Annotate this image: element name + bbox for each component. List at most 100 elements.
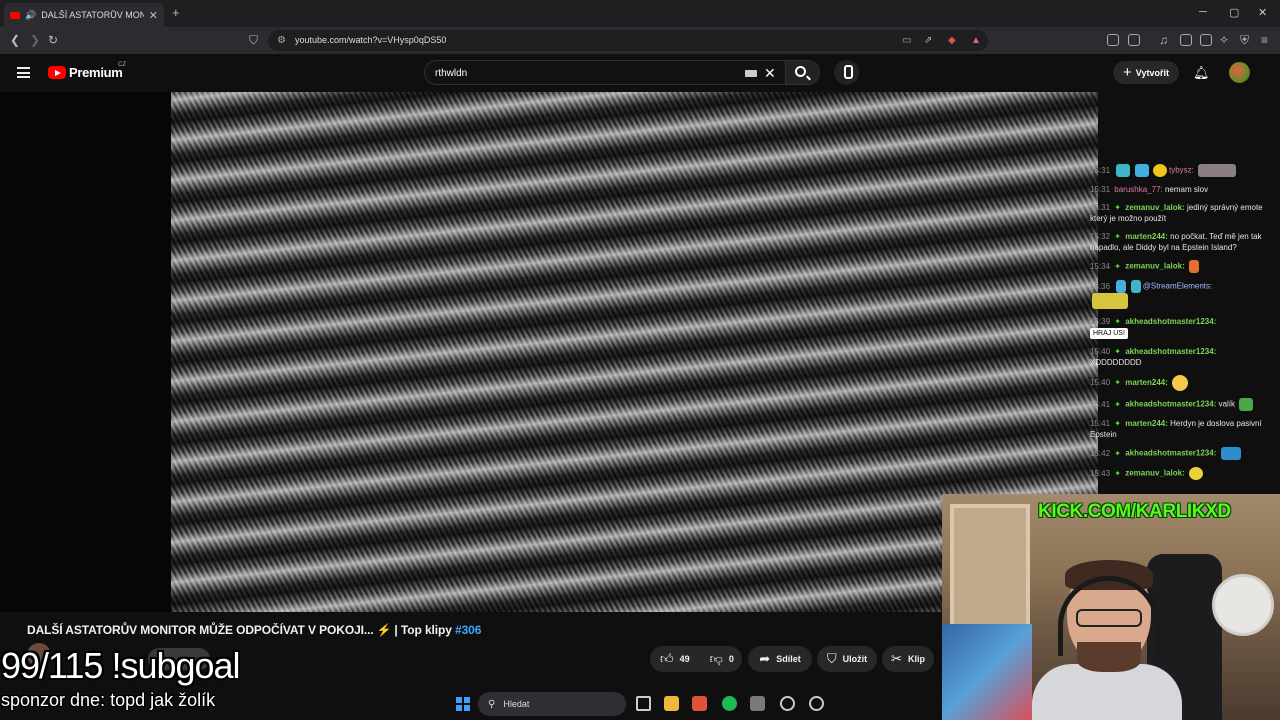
share-button[interactable]: ➦ Sdílet <box>748 646 812 672</box>
app-c-icon[interactable] <box>780 696 795 711</box>
forward-icon[interactable]: ❯ <box>30 33 40 47</box>
close-tab-icon[interactable]: ✕ <box>149 9 158 22</box>
star-badge-icon: ✦ <box>1114 378 1121 388</box>
maximize-icon[interactable]: ▢ <box>1229 6 1239 19</box>
chat-message: 15:40 ✦ marten244: <box>1090 375 1270 391</box>
back-icon[interactable]: ❮ <box>10 33 20 47</box>
chat-message: 15:39 ✦ akheadshotmaster1234: HRAJ ÚS! <box>1090 316 1270 339</box>
speaker-icon[interactable]: 🔊 <box>25 10 36 21</box>
vpn-icon[interactable]: ⛨ <box>1240 33 1249 48</box>
file-explorer-icon[interactable] <box>664 696 679 711</box>
chat-user[interactable]: barushka_77: <box>1114 185 1162 194</box>
obs-icon[interactable] <box>809 696 824 711</box>
chat-user[interactable]: akheadshotmaster1234: <box>1125 400 1216 409</box>
chat-time: 15:31 <box>1090 165 1111 175</box>
browser-tab[interactable]: 🔊 DALŠÍ ASTATORŮV MONITOR ✕ <box>4 3 164 27</box>
brave-shield-icon[interactable]: ◆ <box>948 35 956 46</box>
chat-message: 15:34 ✦ zemanuv_lalok: <box>1090 260 1270 273</box>
region-code: CZ <box>118 62 126 68</box>
menu-icon[interactable]: ≡ <box>1261 33 1268 47</box>
extensions-icon[interactable] <box>1107 34 1119 46</box>
cast-icon[interactable]: ▭ <box>902 35 911 46</box>
keyboard-icon[interactable] <box>745 70 757 77</box>
chat-message: 15:31 barushka_77: nemam slov <box>1090 184 1270 195</box>
subgoal-overlay: 99/115 !subgoal <box>1 645 241 686</box>
chat-user[interactable]: marten244: <box>1125 378 1168 387</box>
video-title: DALŠÍ ASTATORŮV MONITOR MŮŽE ODPOČÍVAT V… <box>27 623 481 637</box>
webcam-fan <box>1212 574 1274 636</box>
rewards-icon[interactable]: ▲ <box>971 35 981 46</box>
task-view-icon[interactable] <box>636 696 651 711</box>
minimize-icon[interactable]: ─ <box>1199 6 1207 18</box>
bookmark-icon[interactable]: ⛉ <box>249 33 258 48</box>
chat-time: 15:32 <box>1090 232 1111 241</box>
chat-user[interactable]: marten244: <box>1125 232 1168 241</box>
app-icon[interactable] <box>750 696 765 711</box>
thumbs-up-icon: 👍︎ <box>660 651 674 666</box>
search-input[interactable]: rthwldn ✕ <box>424 60 786 85</box>
wallet-icon[interactable] <box>1200 34 1212 46</box>
chat-message: 15:32 ✦ marten244: no počkat. Teď mě jen… <box>1090 231 1270 253</box>
video-title-text: DALŠÍ ASTATORŮV MONITOR MŮŽE ODPOČÍVAT V… <box>27 623 374 637</box>
windows-start-icon[interactable] <box>456 697 470 711</box>
webcam-bed <box>942 624 1032 720</box>
address-bar[interactable]: ⚙ youtube.com/watch?v=VHysp0qDS50 ▭ ⇗ ◆ … <box>268 30 988 51</box>
close-window-icon[interactable]: ✕ <box>1258 6 1267 19</box>
chat-text: valík <box>1218 399 1236 409</box>
dislike-button[interactable]: 👎︎ 0 <box>700 646 744 672</box>
clip-button[interactable]: ✂ Klip <box>882 646 934 672</box>
youtube-logo-icon[interactable] <box>48 66 66 79</box>
browser-tab-bar: 🔊 DALŠÍ ASTATORŮV MONITOR ✕ + ─ ▢ ✕ <box>0 0 1280 27</box>
chat-user[interactable]: marten244: <box>1125 419 1168 428</box>
search-icon <box>795 66 806 77</box>
kick-channel-url: KICK.COM/KARLIKXD <box>1038 501 1231 522</box>
search-query-text: rthwldn <box>435 68 468 79</box>
star-badge-icon: ✦ <box>1114 448 1121 458</box>
chat-user[interactable]: tybysz: <box>1169 166 1194 175</box>
create-button[interactable]: + Vytvořit <box>1113 61 1179 84</box>
sponsor-overlay: sponzor dne: topd jak žolík <box>1 690 216 710</box>
video-hashtag[interactable]: #306 <box>455 623 481 637</box>
share-page-icon[interactable]: ⇗ <box>924 35 932 46</box>
chat-user[interactable]: zemanuv_lalok: <box>1125 203 1185 212</box>
chat-time: 15:40 <box>1090 378 1111 388</box>
account-avatar[interactable] <box>1229 62 1250 83</box>
chat-message: 15:42 ✦ akheadshotmaster1234: <box>1090 447 1270 460</box>
notifications-bell-icon[interactable]: 🔔︎ <box>1193 65 1210 81</box>
emote-icon <box>1220 447 1241 460</box>
spotify-icon[interactable] <box>722 696 737 711</box>
chat-user[interactable]: akheadshotmaster1234: <box>1125 347 1216 356</box>
voice-search-icon[interactable] <box>834 60 859 85</box>
music-icon[interactable]: ♫ <box>1159 33 1168 47</box>
chat-user[interactable]: akheadshotmaster1234: <box>1125 317 1216 326</box>
chat-message: 15:31 tybysz: <box>1090 164 1270 177</box>
save-label: Uložit <box>842 654 868 664</box>
chat-user[interactable]: zemanuv_lalok: <box>1125 262 1185 271</box>
hamburger-menu-icon[interactable] <box>17 67 30 78</box>
star-badge-icon: ✦ <box>1114 232 1121 241</box>
site-info-icon[interactable]: ⚙ <box>277 35 286 46</box>
like-button[interactable]: 👍︎ 49 <box>650 646 700 672</box>
share-icon: ➦ <box>759 651 771 666</box>
screenshot-icon[interactable] <box>1128 34 1140 46</box>
chat-text: XDDDDDDDD <box>1090 358 1142 367</box>
leo-ai-icon[interactable]: ✧ <box>1219 33 1229 47</box>
scissors-icon: ✂ <box>891 651 902 666</box>
new-tab-button[interactable]: + <box>172 5 180 20</box>
reload-icon[interactable]: ↻ <box>48 33 58 47</box>
chat-user[interactable]: akheadshotmaster1234: <box>1125 449 1216 458</box>
chat-overlay: 15:31 tybysz: 15:31 barushka_77: nemam s… <box>1090 164 1270 492</box>
emote-icon <box>1172 375 1189 391</box>
bookmark-save-icon: ⛉ <box>826 651 837 666</box>
sidebar-icon[interactable] <box>1180 34 1192 46</box>
star-badge-icon: ✦ <box>1114 317 1121 326</box>
youtube-premium-brand[interactable]: Premium <box>69 65 123 80</box>
clear-search-icon[interactable]: ✕ <box>764 65 776 82</box>
chat-user[interactable]: zemanuv_lalok: <box>1125 469 1185 478</box>
search-button[interactable] <box>786 60 820 85</box>
chat-text: nemam slov <box>1164 185 1209 194</box>
chat-user[interactable]: @StreamElements: <box>1143 282 1212 291</box>
brave-browser-icon[interactable] <box>692 696 707 711</box>
taskbar-search[interactable]: ⚲ Hledat <box>478 692 626 716</box>
save-button[interactable]: ⛉ Uložit <box>817 646 877 672</box>
